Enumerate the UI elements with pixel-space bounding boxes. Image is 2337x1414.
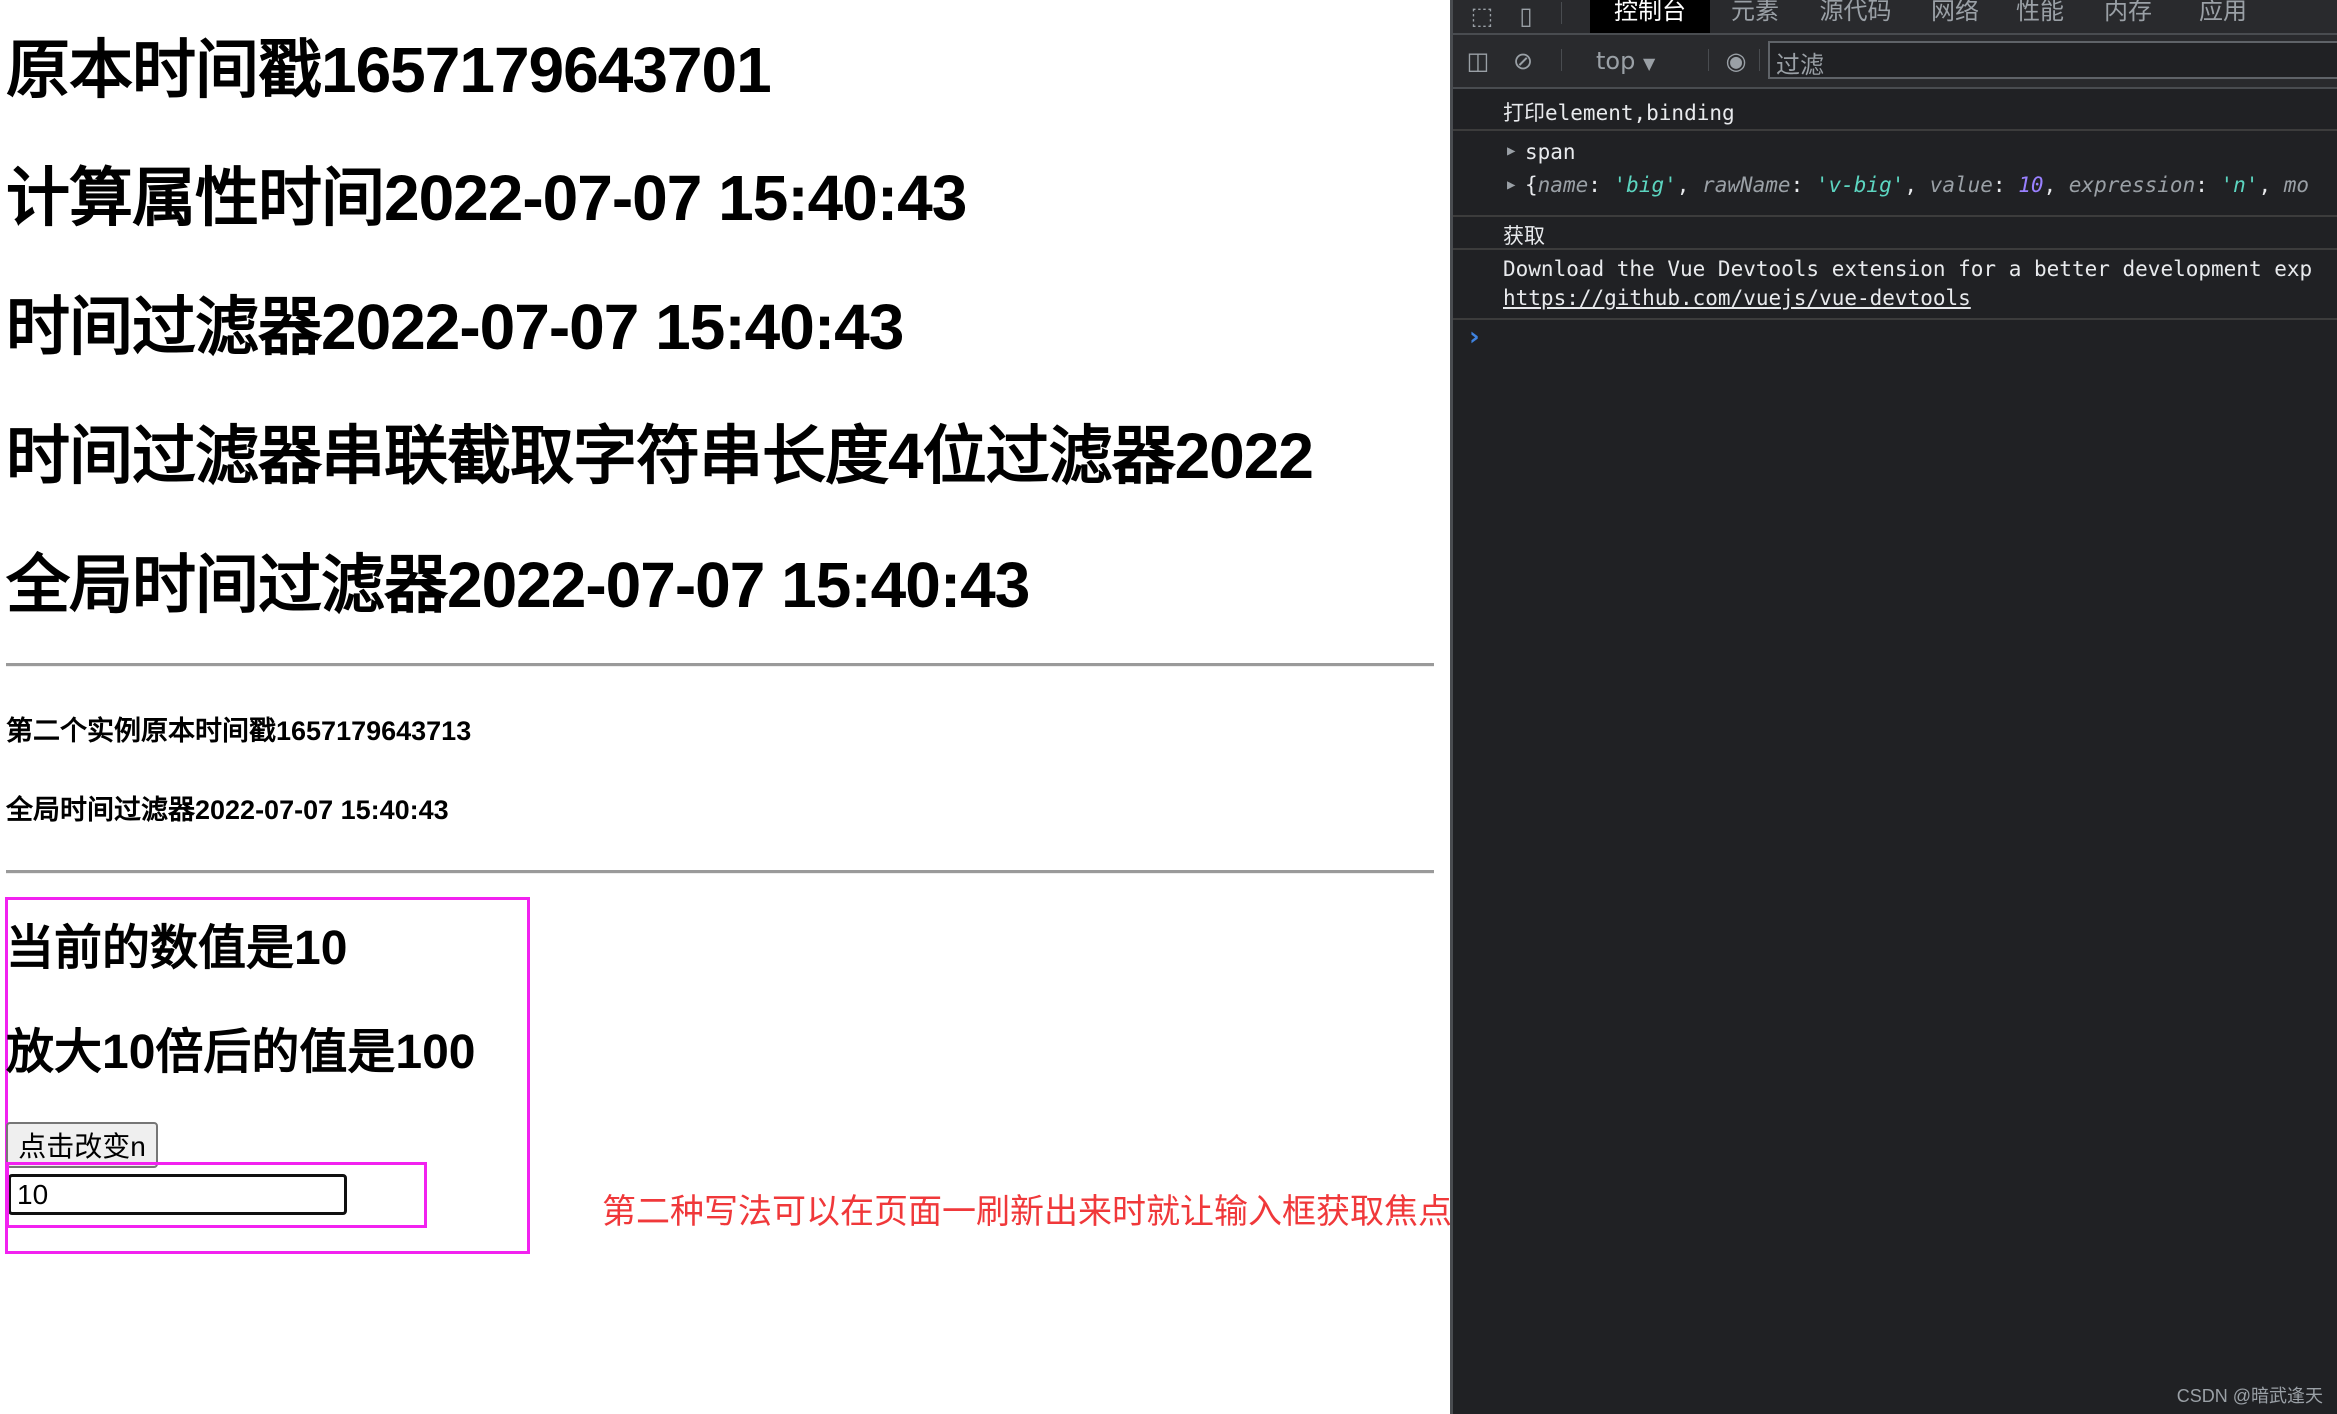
separator [1561, 2, 1562, 24]
console-toolbar: ◫ ⊘ top ▼ ◉ 过滤 [1453, 35, 2337, 89]
console-element[interactable]: span [1525, 140, 1576, 164]
second-instance-global-filter: 全局时间过滤器2022-07-07 15:40:43 [6, 795, 449, 825]
tab-performance[interactable]: 性能 [2005, 0, 2075, 33]
highlight-box-input [6, 1162, 427, 1228]
console-text: 打印element,binding [1503, 101, 1735, 125]
filter-placeholder: 过滤 [1776, 51, 1824, 79]
console-object[interactable]: {name: 'big', rawName: 'v-big', value: 1… [1525, 173, 2309, 197]
tab-console[interactable]: 控制台 [1590, 0, 1710, 33]
heading-global-filter: 全局时间过滤器2022-07-07 15:40:43 [6, 549, 1030, 621]
tab-network[interactable]: 网络 [1920, 0, 1990, 33]
current-value-heading: 当前的数值是10 [6, 922, 348, 975]
expand-triangle-icon[interactable]: ▶ [1507, 177, 1515, 193]
divider [6, 870, 1434, 874]
clear-console-icon[interactable]: ⊘ [1508, 46, 1538, 76]
devtools-panel: ⬚ ▯ 控制台 元素 源代码 网络 性能 内存 应用 ◫ ⊘ top ▼ ◉ 过… [1450, 0, 2337, 1414]
annotation-note: 第二种写法可以在页面一刷新出来时就让输入框获取焦点 [602, 1193, 1452, 1231]
tab-application[interactable]: 应用 [2188, 0, 2258, 33]
separator [1759, 49, 1760, 71]
context-label: top [1596, 47, 1636, 75]
page-viewport: 原本时间戳1657179643701 计算属性时间2022-07-07 15:4… [0, 0, 1452, 1414]
heading-chained-filter: 时间过滤器串联截取字符串长度4位过滤器2022 [6, 420, 1314, 492]
vue-devtools-link[interactable]: https://github.com/vuejs/vue-devtools [1503, 286, 1971, 310]
separator [1561, 49, 1562, 71]
tab-memory[interactable]: 内存 [2093, 0, 2163, 33]
divider [6, 663, 1434, 667]
context-selector[interactable]: top ▼ [1596, 47, 1655, 75]
sidebar-toggle-icon[interactable]: ◫ [1463, 46, 1493, 76]
tab-sources[interactable]: 源代码 [1803, 0, 1908, 33]
filter-input[interactable]: 过滤 [1768, 41, 2337, 79]
inspect-element-icon[interactable]: ⬚ [1467, 2, 1497, 30]
console-message: ▶ span ▶ {name: 'big', rawName: 'v-big',… [1453, 131, 2337, 217]
watermark: CSDN @暗武逢天 [2176, 1386, 2323, 1406]
heading-raw-timestamp: 原本时间戳1657179643701 [6, 34, 772, 106]
heading-time-filter: 时间过滤器2022-07-07 15:40:43 [6, 291, 904, 363]
enlarged-value-heading: 放大10倍后的值是100 [6, 1026, 476, 1079]
devtools-tabbar: ⬚ ▯ 控制台 元素 源代码 网络 性能 内存 应用 [1453, 0, 2337, 35]
device-toolbar-icon[interactable]: ▯ [1511, 2, 1541, 30]
console-text: 获取 [1503, 224, 1545, 248]
separator [1708, 49, 1709, 71]
expand-triangle-icon[interactable]: ▶ [1507, 143, 1515, 159]
second-instance-timestamp: 第二个实例原本时间戳1657179643713 [6, 716, 472, 746]
tab-elements[interactable]: 元素 [1715, 0, 1795, 33]
chevron-down-icon: ▼ [1642, 54, 1656, 73]
live-expression-eye-icon[interactable]: ◉ [1721, 46, 1751, 76]
console-message: 打印element,binding [1453, 88, 2337, 131]
console-message: Download the Vue Devtools extension for … [1453, 250, 2337, 320]
console-text: Download the Vue Devtools extension for … [1503, 257, 2313, 281]
console-message: 获取 [1453, 217, 2337, 250]
heading-computed-time: 计算属性时间2022-07-07 15:40:43 [6, 162, 967, 234]
console-prompt-icon[interactable]: › [1469, 322, 1480, 352]
